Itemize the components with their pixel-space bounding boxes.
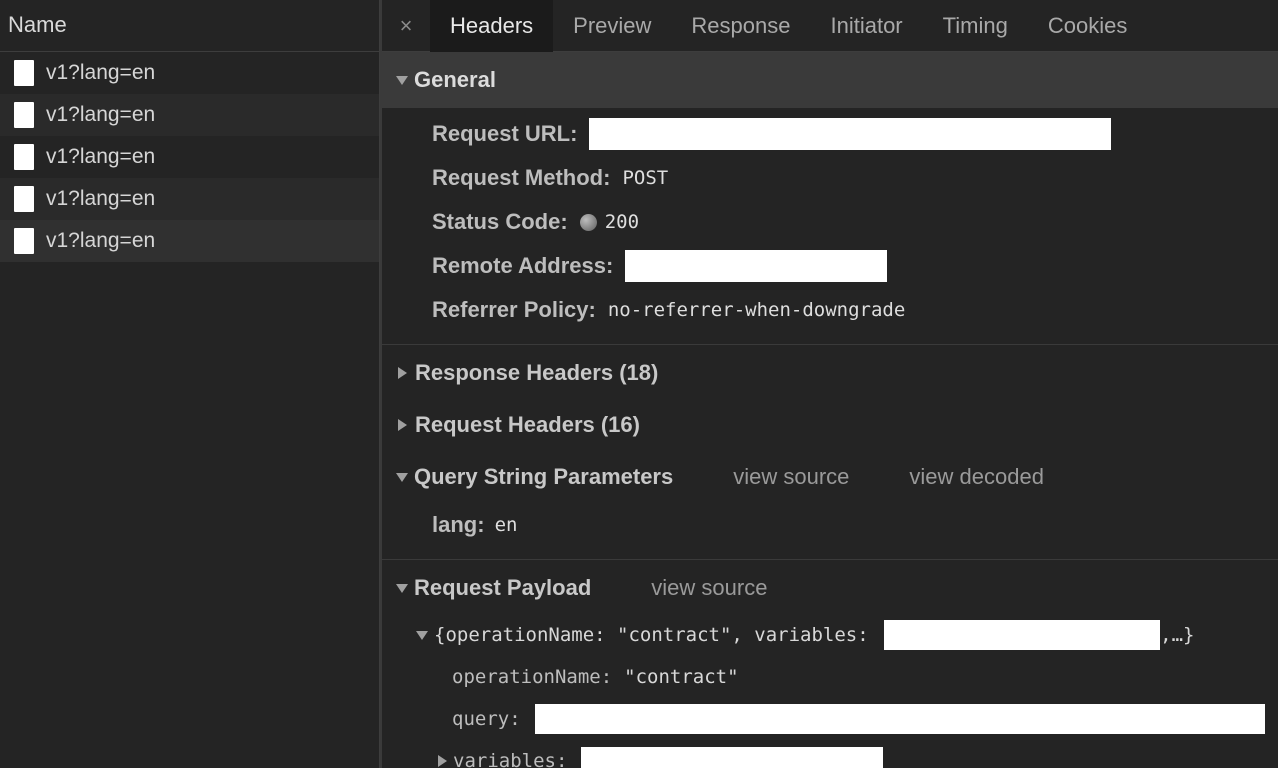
request-url-row: Request URL: [382, 112, 1278, 156]
expanded-triangle-icon [396, 75, 408, 85]
request-row[interactable]: v1?lang=en [0, 136, 379, 178]
section-divider [382, 344, 1278, 345]
referrer-policy-label: Referrer Policy: [432, 297, 596, 322]
query-param-value: en [494, 514, 518, 536]
request-name: v1?lang=en [46, 103, 156, 126]
redacted-query-value [534, 704, 1265, 734]
document-icon [14, 60, 34, 86]
name-column-header[interactable]: Name [0, 0, 379, 52]
request-row[interactable]: v1?lang=en [0, 178, 379, 220]
request-headers-section-header[interactable]: Request Headers (16) [382, 399, 1278, 451]
payload-summary-prefix: {operationName: "contract", variables: [434, 624, 881, 646]
document-icon [14, 144, 34, 170]
query-string-section-header[interactable]: Query String Parameters view source view… [382, 451, 1278, 503]
payload-query-row: query: [382, 698, 1278, 740]
payload-operation-value: "contract" [624, 666, 739, 688]
payload-operation-row: operationName: "contract" [382, 656, 1278, 698]
tab-timing[interactable]: Timing [923, 0, 1028, 52]
payload-variables-key: variables: [453, 750, 568, 768]
view-decoded-link[interactable]: view decoded [909, 464, 1044, 490]
request-name: v1?lang=en [46, 187, 156, 210]
tab-response[interactable]: Response [671, 0, 810, 52]
view-source-link[interactable]: view source [651, 575, 767, 601]
section-title: Request Headers (16) [415, 412, 640, 437]
payload-operation-key: operationName: [452, 666, 613, 688]
collapsed-triangle-icon [398, 419, 407, 431]
remote-address-row: Remote Address: [382, 244, 1278, 288]
details-tab-bar: × Headers Preview Response Initiator Tim… [382, 0, 1278, 52]
payload-query-key: query: [452, 708, 521, 730]
close-icon[interactable]: × [382, 13, 430, 39]
document-icon [14, 186, 34, 212]
redacted-variables-summary [884, 620, 1161, 650]
payload-variables-row[interactable]: variables: [382, 740, 1278, 768]
request-row[interactable]: v1?lang=en [0, 52, 379, 94]
redacted-url [589, 118, 1112, 150]
expanded-triangle-icon [396, 583, 408, 593]
collapsed-triangle-icon [398, 367, 407, 379]
request-details-panel: × Headers Preview Response Initiator Tim… [382, 0, 1278, 768]
status-code-row: Status Code: 200 [382, 200, 1278, 244]
payload-root-row[interactable]: {operationName: "contract", variables: ,… [382, 614, 1278, 656]
request-list-panel: Name v1?lang=en v1?lang=en v1?lang=en v1… [0, 0, 380, 768]
status-code-value: 200 [604, 211, 640, 233]
payload-summary-suffix: ,…} [1160, 624, 1195, 646]
redacted-variables-value [581, 747, 884, 768]
tab-initiator[interactable]: Initiator [810, 0, 922, 52]
request-payload-section-header[interactable]: Request Payload view source [382, 562, 1278, 614]
expanded-triangle-icon [396, 472, 408, 482]
remote-address-label: Remote Address: [432, 253, 614, 278]
tab-headers[interactable]: Headers [430, 0, 554, 52]
request-method-row: Request Method: POST [382, 156, 1278, 200]
request-url-label: Request URL: [432, 121, 578, 146]
general-section-header[interactable]: General [382, 52, 1278, 108]
document-icon [14, 102, 34, 128]
request-method-value: POST [622, 167, 669, 189]
section-divider [382, 559, 1278, 560]
section-title: Query String Parameters [414, 464, 674, 489]
expanded-triangle-icon [416, 630, 428, 640]
section-title: Response Headers (18) [415, 360, 659, 385]
view-source-link[interactable]: view source [733, 464, 849, 490]
tab-cookies[interactable]: Cookies [1028, 0, 1147, 52]
request-name: v1?lang=en [46, 145, 156, 168]
tab-preview[interactable]: Preview [553, 0, 671, 52]
query-param-key: lang: [432, 512, 485, 537]
document-icon [14, 228, 34, 254]
request-name: v1?lang=en [46, 229, 156, 252]
status-code-label: Status Code: [432, 209, 568, 234]
redacted-remote-address [625, 250, 888, 282]
section-title: Request Payload [414, 575, 592, 600]
section-title: General [414, 67, 496, 92]
collapsed-triangle-icon [438, 755, 447, 767]
referrer-policy-row: Referrer Policy: no-referrer-when-downgr… [382, 288, 1278, 332]
request-row[interactable]: v1?lang=en [0, 94, 379, 136]
response-headers-section-header[interactable]: Response Headers (18) [382, 347, 1278, 399]
query-param-row: lang: en [382, 503, 1278, 547]
referrer-policy-value: no-referrer-when-downgrade [607, 299, 906, 321]
status-dot-icon [579, 213, 597, 231]
request-row-selected[interactable]: v1?lang=en [0, 220, 379, 262]
request-method-label: Request Method: [432, 165, 611, 190]
request-name: v1?lang=en [46, 61, 156, 84]
